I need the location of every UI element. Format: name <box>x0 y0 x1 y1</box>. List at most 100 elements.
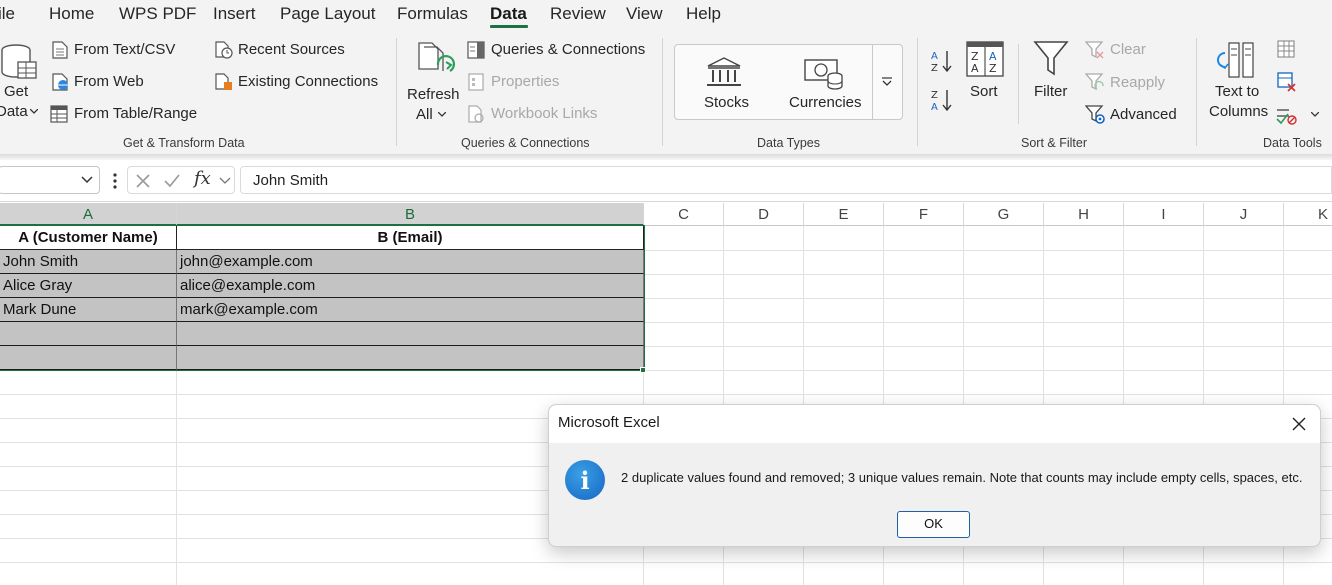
cell-a5[interactable] <box>0 322 177 346</box>
currency-icon <box>804 59 843 90</box>
reapply-label: Reapply <box>1110 74 1166 91</box>
chevron-down-icon <box>1311 112 1319 117</box>
group-separator <box>662 38 663 146</box>
insert-function-button[interactable]: fx <box>194 168 211 189</box>
cell-b4[interactable]: mark@example.com <box>177 298 644 322</box>
dialog-message: 2 duplicate values found and removed; 3 … <box>621 470 1303 485</box>
close-icon[interactable] <box>1290 415 1308 433</box>
column-header-e[interactable]: E <box>804 203 884 226</box>
svg-text:A: A <box>931 51 938 62</box>
cell-a3[interactable]: Alice Gray <box>0 274 177 298</box>
funnel-icon <box>1033 41 1069 76</box>
subgroup-separator <box>1018 44 1019 124</box>
currencies-label: Currencies <box>789 94 862 111</box>
tab-file[interactable]: ile <box>0 4 15 24</box>
formula-controls: fx <box>127 166 235 194</box>
chevron-down-icon <box>81 176 93 184</box>
cell-a1[interactable]: A (Customer Name) <box>0 226 177 250</box>
gridline <box>0 562 1332 563</box>
tab-review[interactable]: Review <box>550 4 606 24</box>
column-header-g[interactable]: G <box>964 203 1044 226</box>
from-web-label: From Web <box>74 73 144 90</box>
dialog-title: Microsoft Excel <box>558 414 660 431</box>
column-header-h[interactable]: H <box>1044 203 1124 226</box>
dialog-title-bar[interactable]: Microsoft Excel <box>549 405 1320 443</box>
get-data-label-2: Data <box>0 103 28 120</box>
workbook-links-icon <box>468 105 484 123</box>
column-header-c[interactable]: C <box>644 203 724 226</box>
cell-a6[interactable] <box>0 346 177 370</box>
cell-b2[interactable]: john@example.com <box>177 250 644 274</box>
enter-check-icon[interactable] <box>163 173 181 189</box>
reapply-icon <box>1085 73 1104 91</box>
column-header-b[interactable]: B <box>177 203 644 226</box>
tab-view[interactable]: View <box>626 4 663 24</box>
ok-button[interactable]: OK <box>897 511 970 538</box>
sort-z-to-a-icon: Z A <box>931 90 952 112</box>
cell-a2[interactable]: John Smith <box>0 250 177 274</box>
gridline <box>0 370 1332 371</box>
cell-b1[interactable]: B (Email) <box>177 226 644 250</box>
recent-sources-label: Recent Sources <box>238 41 345 58</box>
ribbon: Get Data From Text/CSV From Web From Tab… <box>0 30 1332 154</box>
info-icon: i <box>565 460 605 500</box>
name-box[interactable] <box>0 166 100 194</box>
more-options-icon[interactable] <box>112 173 118 189</box>
fill-handle[interactable] <box>640 367 646 373</box>
data-tools-group-label: Data Tools <box>1263 136 1322 150</box>
chevron-down-icon <box>438 112 446 117</box>
tab-wps-pdf[interactable]: WPS PDF <box>119 4 196 24</box>
clear-filter-icon <box>1085 41 1104 59</box>
svg-text:Z: Z <box>989 62 997 75</box>
flash-fill-icon <box>1277 40 1295 58</box>
database-icon <box>1 44 37 79</box>
bank-icon <box>707 57 741 86</box>
advanced-filter-icon <box>1085 105 1105 124</box>
queries-pane-icon <box>467 41 485 59</box>
refresh-label-2: All <box>416 106 433 123</box>
get-transform-group-label: Get & Transform Data <box>123 136 245 150</box>
cell-b3[interactable]: alice@example.com <box>177 274 644 298</box>
active-tab-indicator <box>490 25 528 28</box>
column-header-i[interactable]: I <box>1124 203 1204 226</box>
group-separator <box>396 38 397 146</box>
cell-b5[interactable] <box>177 322 644 346</box>
gallery-divider <box>872 44 873 120</box>
formula-input[interactable]: John Smith <box>240 166 1332 194</box>
get-data-label-1: Get <box>4 83 29 100</box>
group-separator <box>917 38 918 146</box>
chevron-down-icon <box>219 177 231 184</box>
stocks-label: Stocks <box>704 94 750 111</box>
column-header-k[interactable]: K <box>1284 203 1332 226</box>
cancel-icon[interactable] <box>135 173 151 189</box>
data-validation-icon <box>1276 109 1297 125</box>
column-header-a[interactable]: A <box>0 203 177 226</box>
advanced-label: Advanced <box>1110 106 1177 123</box>
cell-b6[interactable] <box>177 346 644 370</box>
sort-label: Sort <box>970 83 998 100</box>
tab-help[interactable]: Help <box>686 4 721 24</box>
sort-filter-group-label: Sort & Filter <box>1021 136 1087 150</box>
tab-page-layout[interactable]: Page Layout <box>280 4 375 24</box>
tab-insert[interactable]: Insert <box>213 4 256 24</box>
from-table-range-label: From Table/Range <box>74 105 198 122</box>
gallery-expand-icon <box>882 77 892 86</box>
cell-a4[interactable]: Mark Dune <box>0 298 177 322</box>
refresh-label-1: Refresh <box>407 86 460 103</box>
remove-duplicates-icon <box>1277 72 1296 92</box>
gridline <box>0 394 1332 395</box>
text-to-columns-label-1: Text to <box>1215 83 1260 100</box>
column-header-d[interactable]: D <box>724 203 804 226</box>
tab-home[interactable]: Home <box>49 4 94 24</box>
column-header-f[interactable]: F <box>884 203 964 226</box>
tab-data[interactable]: Data <box>490 4 527 24</box>
queries-group-label: Queries & Connections <box>461 136 590 150</box>
filter-label: Filter <box>1034 83 1068 100</box>
clear-label: Clear <box>1110 41 1146 58</box>
table-icon <box>50 105 68 123</box>
document-icon <box>52 41 68 59</box>
properties-label: Properties <box>491 73 560 90</box>
tab-formulas[interactable]: Formulas <box>397 4 468 24</box>
column-header-j[interactable]: J <box>1204 203 1284 226</box>
menu-bar: ile Home WPS PDF Insert Page Layout Form… <box>0 0 1332 30</box>
